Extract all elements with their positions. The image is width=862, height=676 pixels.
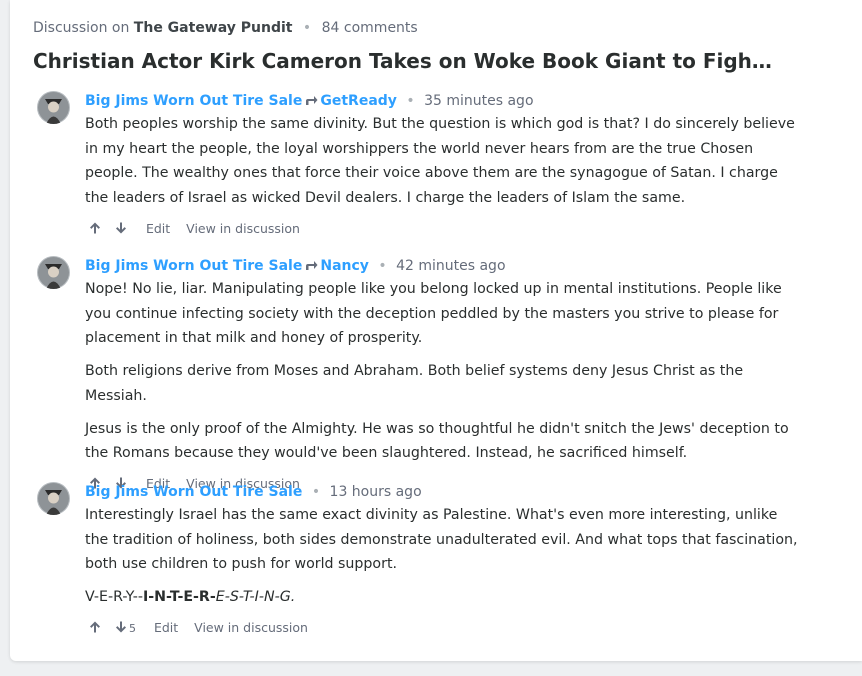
- timestamp-link[interactable]: 35 minutes ago: [424, 93, 533, 109]
- author-link[interactable]: Big Jims Worn Out Tire Sale: [85, 484, 302, 500]
- separator-dot: •: [311, 484, 321, 500]
- avatar[interactable]: [37, 256, 70, 289]
- site-link[interactable]: The Gateway Pundit: [134, 20, 293, 36]
- comment-body: Big Jims Worn Out Tire Sale • 13 hours a…: [85, 482, 805, 638]
- downvote-icon[interactable]: [114, 221, 128, 235]
- comment-styled-line: V-E-R-Y--I-N-T-E-R-E-S-T-I-N-G.: [85, 585, 805, 610]
- styled-part-italic: E-S-T-I-N-G.: [215, 589, 296, 606]
- discussion-header: Discussion on The Gateway Pundit • 84 co…: [33, 20, 418, 36]
- article-title[interactable]: Christian Actor Kirk Cameron Takes on Wo…: [33, 49, 773, 73]
- comment-meta: Big Jims Worn Out Tire Sale Nancy • 42 mi…: [85, 256, 805, 276]
- comment-paragraph: Nope! No lie, liar. Manipulating people …: [85, 281, 782, 347]
- comment-actions: 5 Edit View in discussion: [85, 618, 805, 638]
- styled-part-bold: I-N-T-E-R-: [143, 589, 216, 606]
- timestamp-link[interactable]: 42 minutes ago: [396, 258, 505, 274]
- comment-meta: Big Jims Worn Out Tire Sale GetReady • 35…: [85, 91, 805, 111]
- reply-arrow-icon: [306, 96, 318, 105]
- discussion-card: Discussion on The Gateway Pundit • 84 co…: [10, 0, 862, 661]
- comment-body: Big Jims Worn Out Tire Sale Nancy • 42 mi…: [85, 256, 805, 494]
- comment-count[interactable]: 84 comments: [322, 20, 418, 36]
- comment-paragraph: Both religions derive from Moses and Abr…: [85, 363, 744, 404]
- view-in-discussion-link[interactable]: View in discussion: [194, 620, 308, 635]
- downvote-icon[interactable]: [114, 620, 128, 634]
- avatar[interactable]: [37, 482, 70, 515]
- comment-text: Both peoples worship the same divinity. …: [85, 112, 805, 211]
- upvote-icon[interactable]: [88, 620, 102, 634]
- edit-link[interactable]: Edit: [146, 221, 170, 236]
- comment-item: Big Jims Worn Out Tire Sale Nancy • 42 mi…: [37, 256, 817, 491]
- comment-body: Big Jims Worn Out Tire Sale GetReady • 35…: [85, 91, 805, 239]
- author-link[interactable]: Big Jims Worn Out Tire Sale: [85, 93, 302, 109]
- comment-text: Nope! No lie, liar. Manipulating people …: [85, 277, 805, 466]
- comment-text: Interestingly Israel has the same exact …: [85, 503, 805, 610]
- downvote-count: 5: [128, 621, 136, 635]
- author-link[interactable]: Big Jims Worn Out Tire Sale: [85, 258, 302, 274]
- comment-item: Big Jims Worn Out Tire Sale GetReady • 35…: [37, 91, 817, 241]
- separator-dot: •: [302, 20, 312, 36]
- comment-paragraph: Both peoples worship the same divinity. …: [85, 116, 795, 207]
- comment-item: Big Jims Worn Out Tire Sale • 13 hours a…: [37, 482, 817, 642]
- separator-dot: •: [378, 258, 387, 274]
- reply-to-link[interactable]: GetReady: [320, 93, 397, 109]
- reply-arrow-icon: [306, 261, 318, 270]
- view-in-discussion-link[interactable]: View in discussion: [186, 221, 300, 236]
- upvote-icon[interactable]: [88, 221, 102, 235]
- edit-link[interactable]: Edit: [154, 620, 178, 635]
- avatar[interactable]: [37, 91, 70, 124]
- reply-to-link[interactable]: Nancy: [320, 258, 369, 274]
- comment-meta: Big Jims Worn Out Tire Sale • 13 hours a…: [85, 482, 805, 502]
- separator-dot: •: [406, 93, 415, 109]
- comment-actions: Edit View in discussion: [85, 219, 805, 239]
- comment-paragraph: Interestingly Israel has the same exact …: [85, 507, 798, 573]
- styled-part-plain: V-E-R-Y--: [85, 589, 144, 606]
- timestamp-link[interactable]: 13 hours ago: [330, 484, 422, 500]
- comment-paragraph: Jesus is the only proof of the Almighty.…: [85, 420, 789, 462]
- header-prefix: Discussion on: [33, 20, 130, 36]
